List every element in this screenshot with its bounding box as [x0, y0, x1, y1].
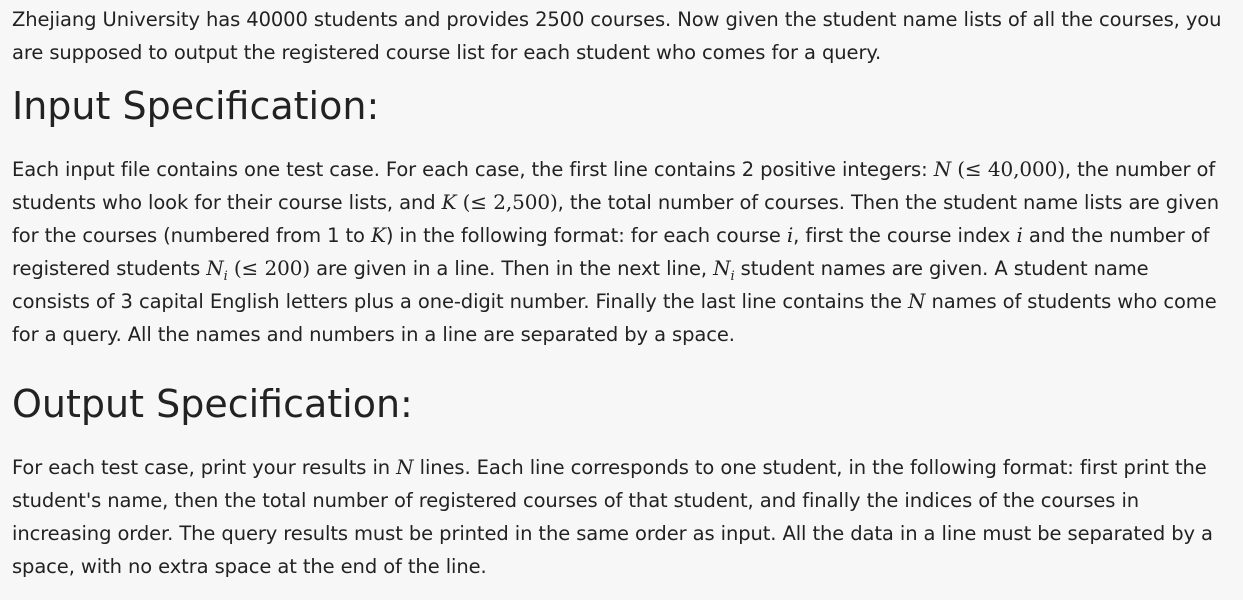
input-text-4: ) in the following format: for each cour… [385, 224, 787, 247]
math-n-i: Ni [206, 256, 228, 283]
math-k: K [370, 223, 386, 247]
math-n: N [933, 157, 952, 181]
input-text-7: are given in a line. Then in the next li… [310, 257, 714, 280]
math-n-i: Ni [713, 256, 735, 283]
math-n-i-base: N [206, 256, 224, 280]
math-n-i-base: N [713, 256, 731, 280]
math-n-bound: (≤ 40,000) [957, 157, 1065, 181]
problem-description: Zhejiang University has 40000 students a… [12, 8, 1222, 64]
math-n-i-bound: (≤ 200) [233, 256, 311, 280]
math-n: N [396, 455, 414, 479]
problem-statement: Zhejiang University has 40000 students a… [0, 0, 1243, 583]
math-n-i-subscript: i [223, 269, 228, 284]
input-specification-heading: Input Specification: [12, 84, 380, 128]
input-specification-text: Each input file contains one test case. … [12, 153, 1231, 351]
math-k: K [441, 190, 457, 214]
output-specification-text: For each test case, print your results i… [12, 451, 1231, 583]
input-text-5: , first the course index [793, 224, 1017, 247]
math-k-bound: (≤ 2,500) [462, 190, 558, 214]
output-text-1: For each test case, print your results i… [12, 456, 397, 479]
input-text-1: Each input file contains one test case. … [12, 158, 934, 181]
math-n: N [908, 289, 926, 313]
output-specification-heading: Output Specification: [12, 382, 413, 426]
